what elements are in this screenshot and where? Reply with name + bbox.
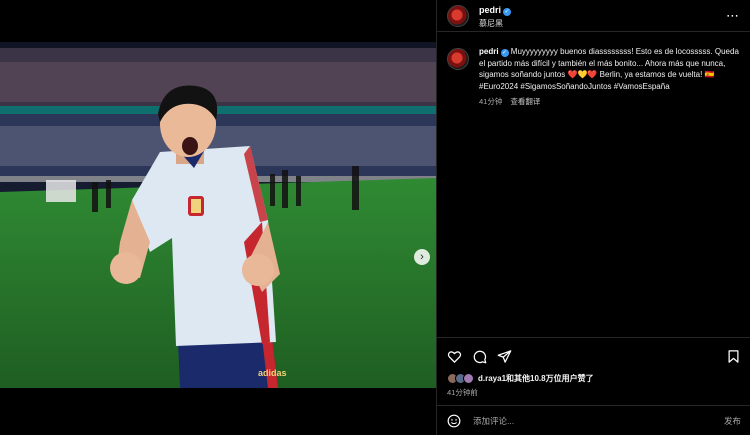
location-link[interactable]: 慕尼黑	[479, 17, 511, 30]
comment-icon[interactable]	[472, 349, 487, 364]
likes-summary[interactable]: d.raya1和其他10.8万位用户赞了	[447, 373, 741, 384]
translate-link[interactable]: 查看翻译	[510, 97, 540, 106]
verified-badge-icon: ✓	[503, 7, 512, 16]
more-icon[interactable]: ⋯	[726, 8, 740, 24]
post-header: pedri ✓ 慕尼黑 ⋯	[437, 0, 750, 32]
likes-text[interactable]: d.raya1和其他10.8万位用户赞了	[478, 373, 594, 384]
action-bar: d.raya1和其他10.8万位用户赞了 41分钟前	[437, 337, 750, 398]
avatar[interactable]	[447, 48, 469, 70]
save-icon[interactable]	[726, 349, 741, 364]
svg-text:adidas: adidas	[258, 368, 287, 378]
caption-username[interactable]: pedri	[479, 47, 499, 56]
caption-text: Muyyyyyyyyy buenos diassssssss! Esto es …	[479, 47, 739, 91]
verified-badge-icon: ✓	[500, 49, 509, 57]
post-comment-button[interactable]: 发布	[724, 415, 741, 427]
post-media[interactable]: adidas ›	[0, 42, 436, 388]
chevron-right-icon[interactable]: ›	[414, 249, 430, 265]
emoji-icon[interactable]	[447, 414, 461, 428]
liker-avatar	[463, 373, 474, 384]
post-photo: adidas	[0, 42, 436, 388]
comment-box: 添加评论... 发布	[437, 405, 750, 435]
share-icon[interactable]	[497, 349, 512, 364]
caption: pedri ✓ Muyyyyyyyyy buenos diassssssss! E…	[447, 46, 743, 108]
username[interactable]: pedri	[479, 5, 501, 15]
post-time: 41分钟前	[447, 388, 478, 397]
avatar[interactable]	[447, 4, 469, 27]
caption-time[interactable]: 41分钟	[479, 97, 502, 106]
comment-input[interactable]: 添加评论...	[473, 415, 514, 427]
heart-icon[interactable]	[447, 349, 462, 364]
post-panel: pedri ✓ 慕尼黑 ⋯ pedri ✓ Muyyyyyyyyy buenos d…	[436, 0, 750, 435]
